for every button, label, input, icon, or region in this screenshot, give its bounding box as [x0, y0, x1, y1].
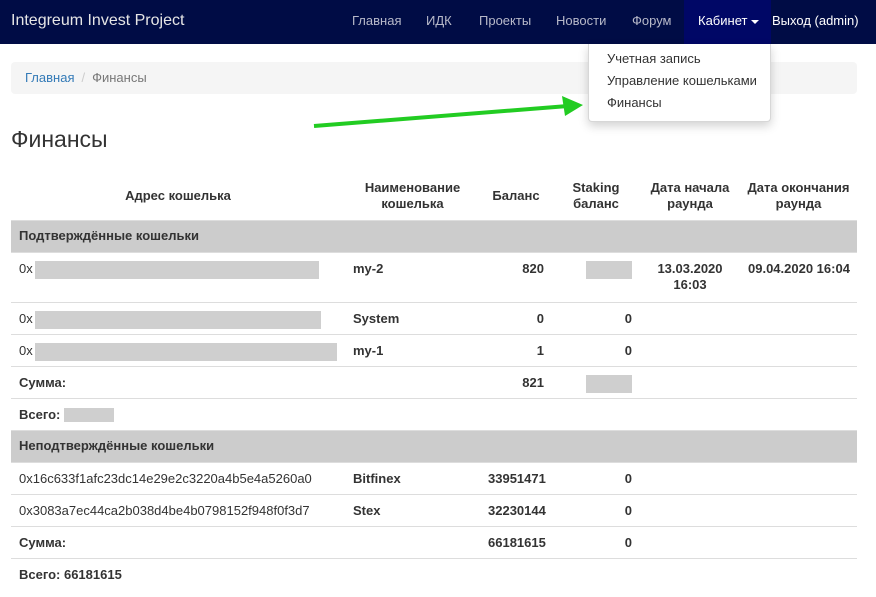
round-start: [640, 461, 740, 494]
breadcrumb-home[interactable]: Главная: [25, 70, 74, 85]
nav-cabinet-dropdown[interactable]: Кабинет: [684, 0, 771, 44]
address-value: 0x: [19, 260, 319, 279]
wallet-address: 0x: [11, 333, 345, 366]
sum-empty: [740, 525, 857, 558]
wallet-balance: 820: [480, 251, 552, 302]
table-row: 0x3083a7ec44ca2b038d4be4b0798152f948f0f3…: [11, 493, 857, 526]
address-prefix: 0x: [19, 342, 33, 358]
wallet-balance: 1: [480, 333, 552, 366]
nav-logout[interactable]: Выход (admin): [772, 0, 859, 44]
sum-balance: 66181615: [480, 525, 552, 558]
table-header-row: Адрес кошелька Наименование кошелька Бал…: [11, 172, 857, 220]
wallet-name: Stex: [345, 493, 480, 526]
header-staking: Staking баланс: [572, 179, 620, 211]
round-start: 13.03.2020 16:03: [640, 251, 740, 302]
table-row: 0x my-2 820 13.03.2020 16:03 09.04.2020 …: [11, 251, 857, 302]
nav-idk[interactable]: ИДК: [426, 0, 452, 44]
sum-row: Сумма: 821: [11, 365, 857, 398]
total-label: Всего:: [19, 406, 61, 422]
table-row: 0x System 0 0: [11, 301, 857, 334]
sum-label: Сумма:: [11, 365, 345, 398]
redacted-staking: [586, 374, 632, 393]
round-start: [640, 333, 740, 366]
nav-cabinet-label: Кабинет: [698, 13, 748, 28]
header-round-end: Дата окончания раунда: [747, 179, 850, 211]
address-value: 0x: [19, 342, 337, 361]
sum-empty: [640, 525, 740, 558]
round-start: [640, 493, 740, 526]
wallet-address: 0x16c633f1afc23dc14e29e2c3220a4b5e4a5260…: [11, 461, 345, 494]
redacted-staking: [586, 260, 632, 279]
wallet-name: Bitfinex: [345, 461, 480, 494]
breadcrumb-separator: /: [81, 70, 86, 85]
wallet-name: System: [345, 301, 480, 334]
header-address: Адрес кошелька: [125, 187, 231, 203]
address-prefix: 0x: [19, 310, 33, 326]
nav-home[interactable]: Главная: [352, 0, 401, 44]
table-row: 0x my-1 1 0: [11, 333, 857, 366]
nav-news[interactable]: Новости: [556, 0, 606, 44]
dropdown-item-wallets[interactable]: Управление кошельками: [589, 70, 770, 92]
group-row-confirmed: Подтверждённые кошельки: [11, 219, 857, 252]
header-round-start: Дата начала раунда: [650, 179, 730, 211]
nav-projects[interactable]: Проекты: [479, 0, 531, 44]
finance-table: Адрес кошелька Наименование кошелька Бал…: [11, 172, 857, 590]
round-end: [740, 333, 857, 366]
wallet-address: 0x: [11, 301, 345, 334]
sum-empty: [640, 365, 740, 398]
round-end: [740, 301, 857, 334]
wallet-name: my-2: [345, 251, 480, 302]
top-navbar: Integreum Invest Project Главная ИДК Про…: [0, 0, 876, 44]
round-start: [640, 301, 740, 334]
total-cell: Всего: 66181615: [11, 557, 857, 590]
arrow-shaft: [313, 104, 569, 128]
caret-down-icon: [751, 19, 760, 24]
redacted-address: [35, 260, 319, 279]
round-end: [740, 461, 857, 494]
redacted-address: [35, 342, 337, 361]
wallet-address: 0x3083a7ec44ca2b038d4be4b0798152f948f0f3…: [11, 493, 345, 526]
total-row: Всего:: [11, 397, 857, 430]
round-end: 09.04.2020 16:04: [740, 251, 857, 302]
round-end: [740, 493, 857, 526]
table-row: 0x16c633f1afc23dc14e29e2c3220a4b5e4a5260…: [11, 461, 857, 494]
header-name: Наименование кошелька: [364, 179, 461, 211]
nav-forum[interactable]: Форум: [632, 0, 672, 44]
total-cell: Всего:: [11, 397, 857, 430]
sum-empty: [740, 365, 857, 398]
redacted-total: [64, 407, 114, 422]
page-title: Финансы: [11, 126, 108, 152]
sum-empty: [345, 525, 480, 558]
wallet-staking: [552, 251, 640, 302]
total-row: Всего: 66181615: [11, 557, 857, 590]
wallet-balance: 0: [480, 301, 552, 334]
sum-row: Сумма: 66181615 0: [11, 525, 857, 558]
sum-staking: [552, 365, 640, 398]
redacted-address: [35, 310, 321, 329]
group-title: Неподтверждённые кошельки: [11, 429, 857, 462]
sum-empty: [345, 365, 480, 398]
breadcrumb-current: Финансы: [92, 70, 147, 85]
dropdown-item-account[interactable]: Учетная запись: [589, 48, 770, 70]
wallet-staking: 0: [552, 333, 640, 366]
header-balance: Баланс: [492, 187, 540, 203]
wallet-balance: 32230144: [480, 493, 552, 526]
sum-label: Сумма:: [11, 525, 345, 558]
address-value: 0x: [19, 310, 321, 329]
dropdown-item-finances[interactable]: Финансы: [589, 92, 770, 114]
cabinet-dropdown-menu: Учетная запись Управление кошельками Фин…: [588, 44, 771, 122]
wallet-balance: 33951471: [480, 461, 552, 494]
address-prefix: 0x: [19, 260, 33, 276]
wallet-staking: 0: [552, 301, 640, 334]
wallet-staking: 0: [552, 493, 640, 526]
wallet-staking: 0: [552, 461, 640, 494]
sum-balance: 821: [480, 365, 552, 398]
arrow-head: [562, 96, 583, 116]
brand-link[interactable]: Integreum Invest Project: [11, 12, 184, 30]
sum-staking: 0: [552, 525, 640, 558]
wallet-name: my-1: [345, 333, 480, 366]
group-row-unconfirmed: Неподтверждённые кошельки: [11, 429, 857, 462]
wallet-address: 0x: [11, 251, 345, 302]
group-title: Подтверждённые кошельки: [11, 219, 857, 252]
